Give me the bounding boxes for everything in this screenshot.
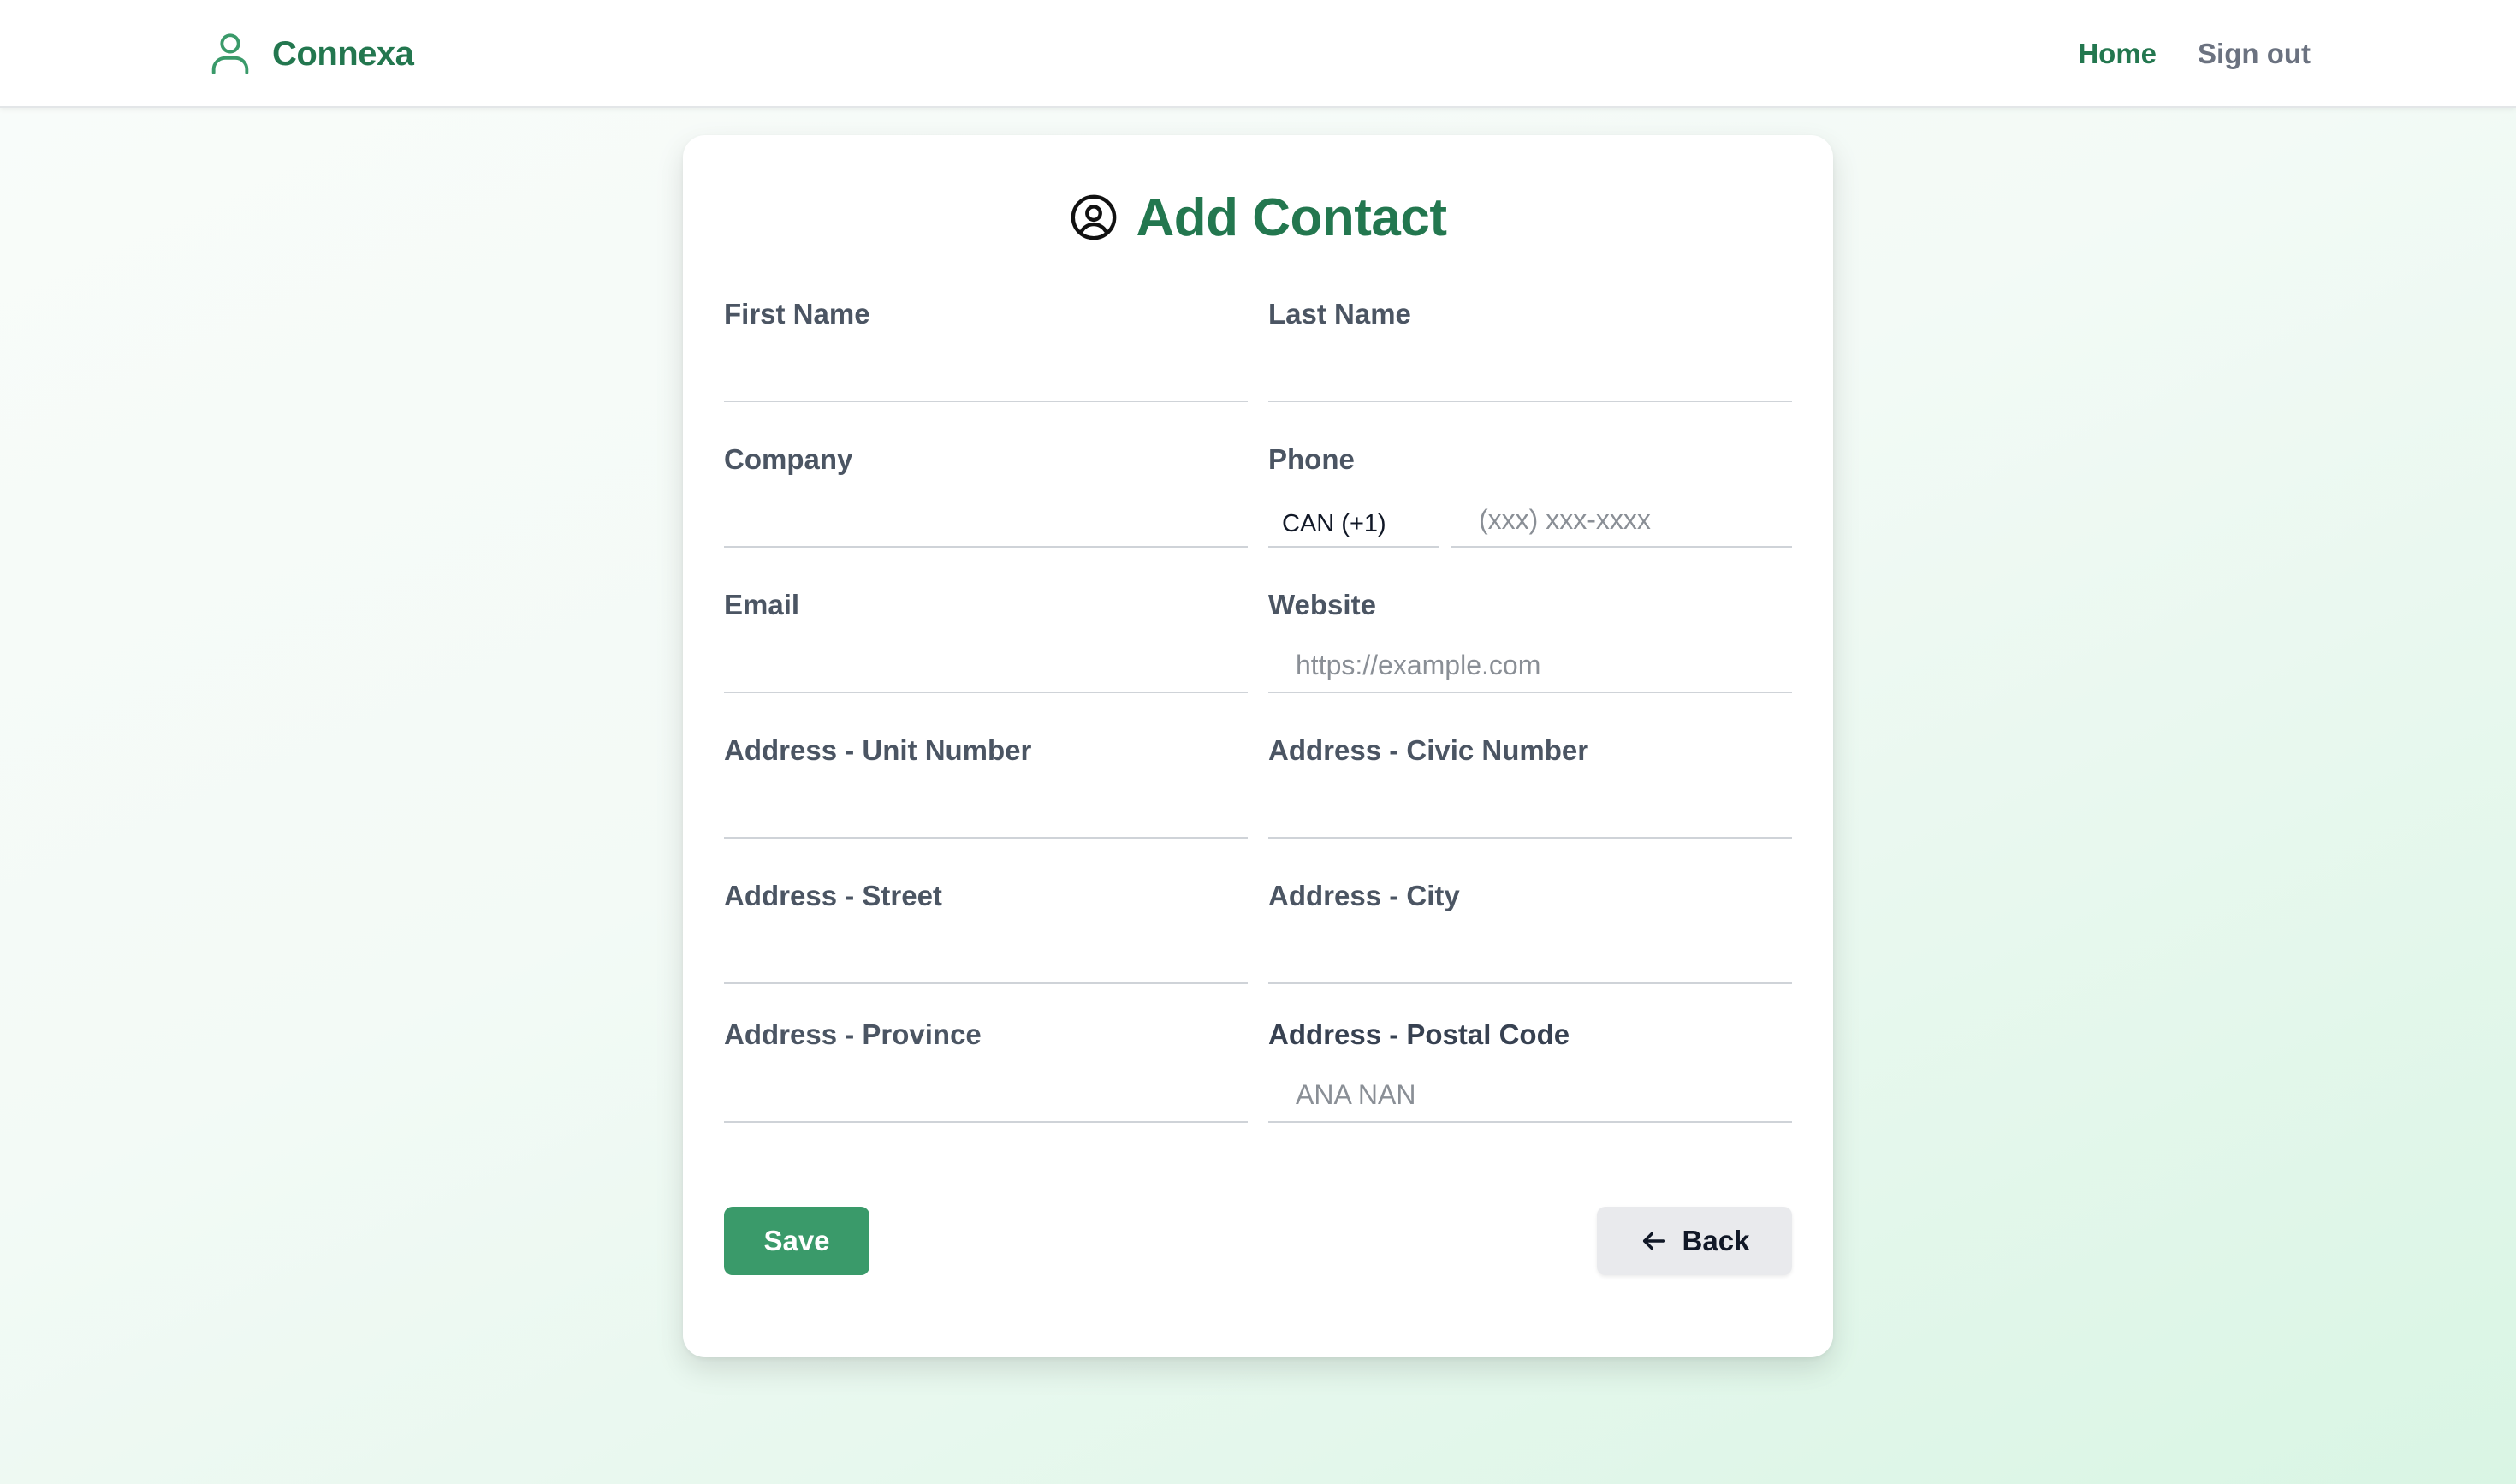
province-label: Address - Province [724, 1018, 982, 1050]
back-button[interactable]: Back [1597, 1207, 1792, 1275]
email-label: Email [724, 589, 800, 620]
last-name-input[interactable] [1268, 347, 1792, 402]
arrow-left-icon [1642, 1232, 1665, 1250]
civic-number-label: Address - Civic Number [1268, 734, 1589, 766]
street-input[interactable] [724, 929, 1248, 984]
postal-code-label: Address - Postal Code [1268, 1018, 1570, 1050]
website-label: Website [1268, 589, 1376, 620]
unit-number-input[interactable] [724, 784, 1248, 839]
first-name-input[interactable] [724, 347, 1248, 402]
user-circle-icon [1071, 194, 1117, 240]
save-button[interactable]: Save [724, 1207, 869, 1275]
city-label: Address - City [1268, 880, 1460, 911]
phone-input[interactable] [1451, 493, 1792, 548]
form-header: Add Contact [683, 183, 1833, 252]
last-name-label: Last Name [1268, 298, 1411, 329]
back-button-label: Back [1682, 1225, 1750, 1256]
city-input[interactable] [1268, 929, 1792, 984]
company-label: Company [724, 443, 853, 475]
brand[interactable]: Connexa [205, 29, 414, 79]
country-code-select[interactable]: CAN (+1) [1268, 493, 1439, 548]
nav-home-link[interactable]: Home [2078, 38, 2157, 70]
user-icon [211, 33, 249, 74]
first-name-label: First Name [724, 298, 870, 329]
unit-number-label: Address - Unit Number [724, 734, 1032, 766]
province-input[interactable] [724, 1068, 1248, 1123]
page-title: Add Contact [1136, 187, 1447, 247]
phone-label: Phone [1268, 443, 1355, 475]
add-contact-card: Add Contact First Name Last Name Company… [683, 135, 1833, 1357]
nav-sign-out-link[interactable]: Sign out [2198, 38, 2311, 70]
civic-number-input[interactable] [1268, 784, 1792, 839]
brand-name: Connexa [272, 34, 414, 73]
company-input[interactable] [724, 493, 1248, 548]
email-input[interactable] [724, 638, 1248, 693]
nav-links: Home Sign out [2078, 33, 2311, 75]
postal-code-input[interactable] [1268, 1068, 1792, 1123]
top-navbar: Connexa Home Sign out [0, 0, 2516, 108]
street-label: Address - Street [724, 880, 942, 911]
website-input[interactable] [1268, 638, 1792, 693]
